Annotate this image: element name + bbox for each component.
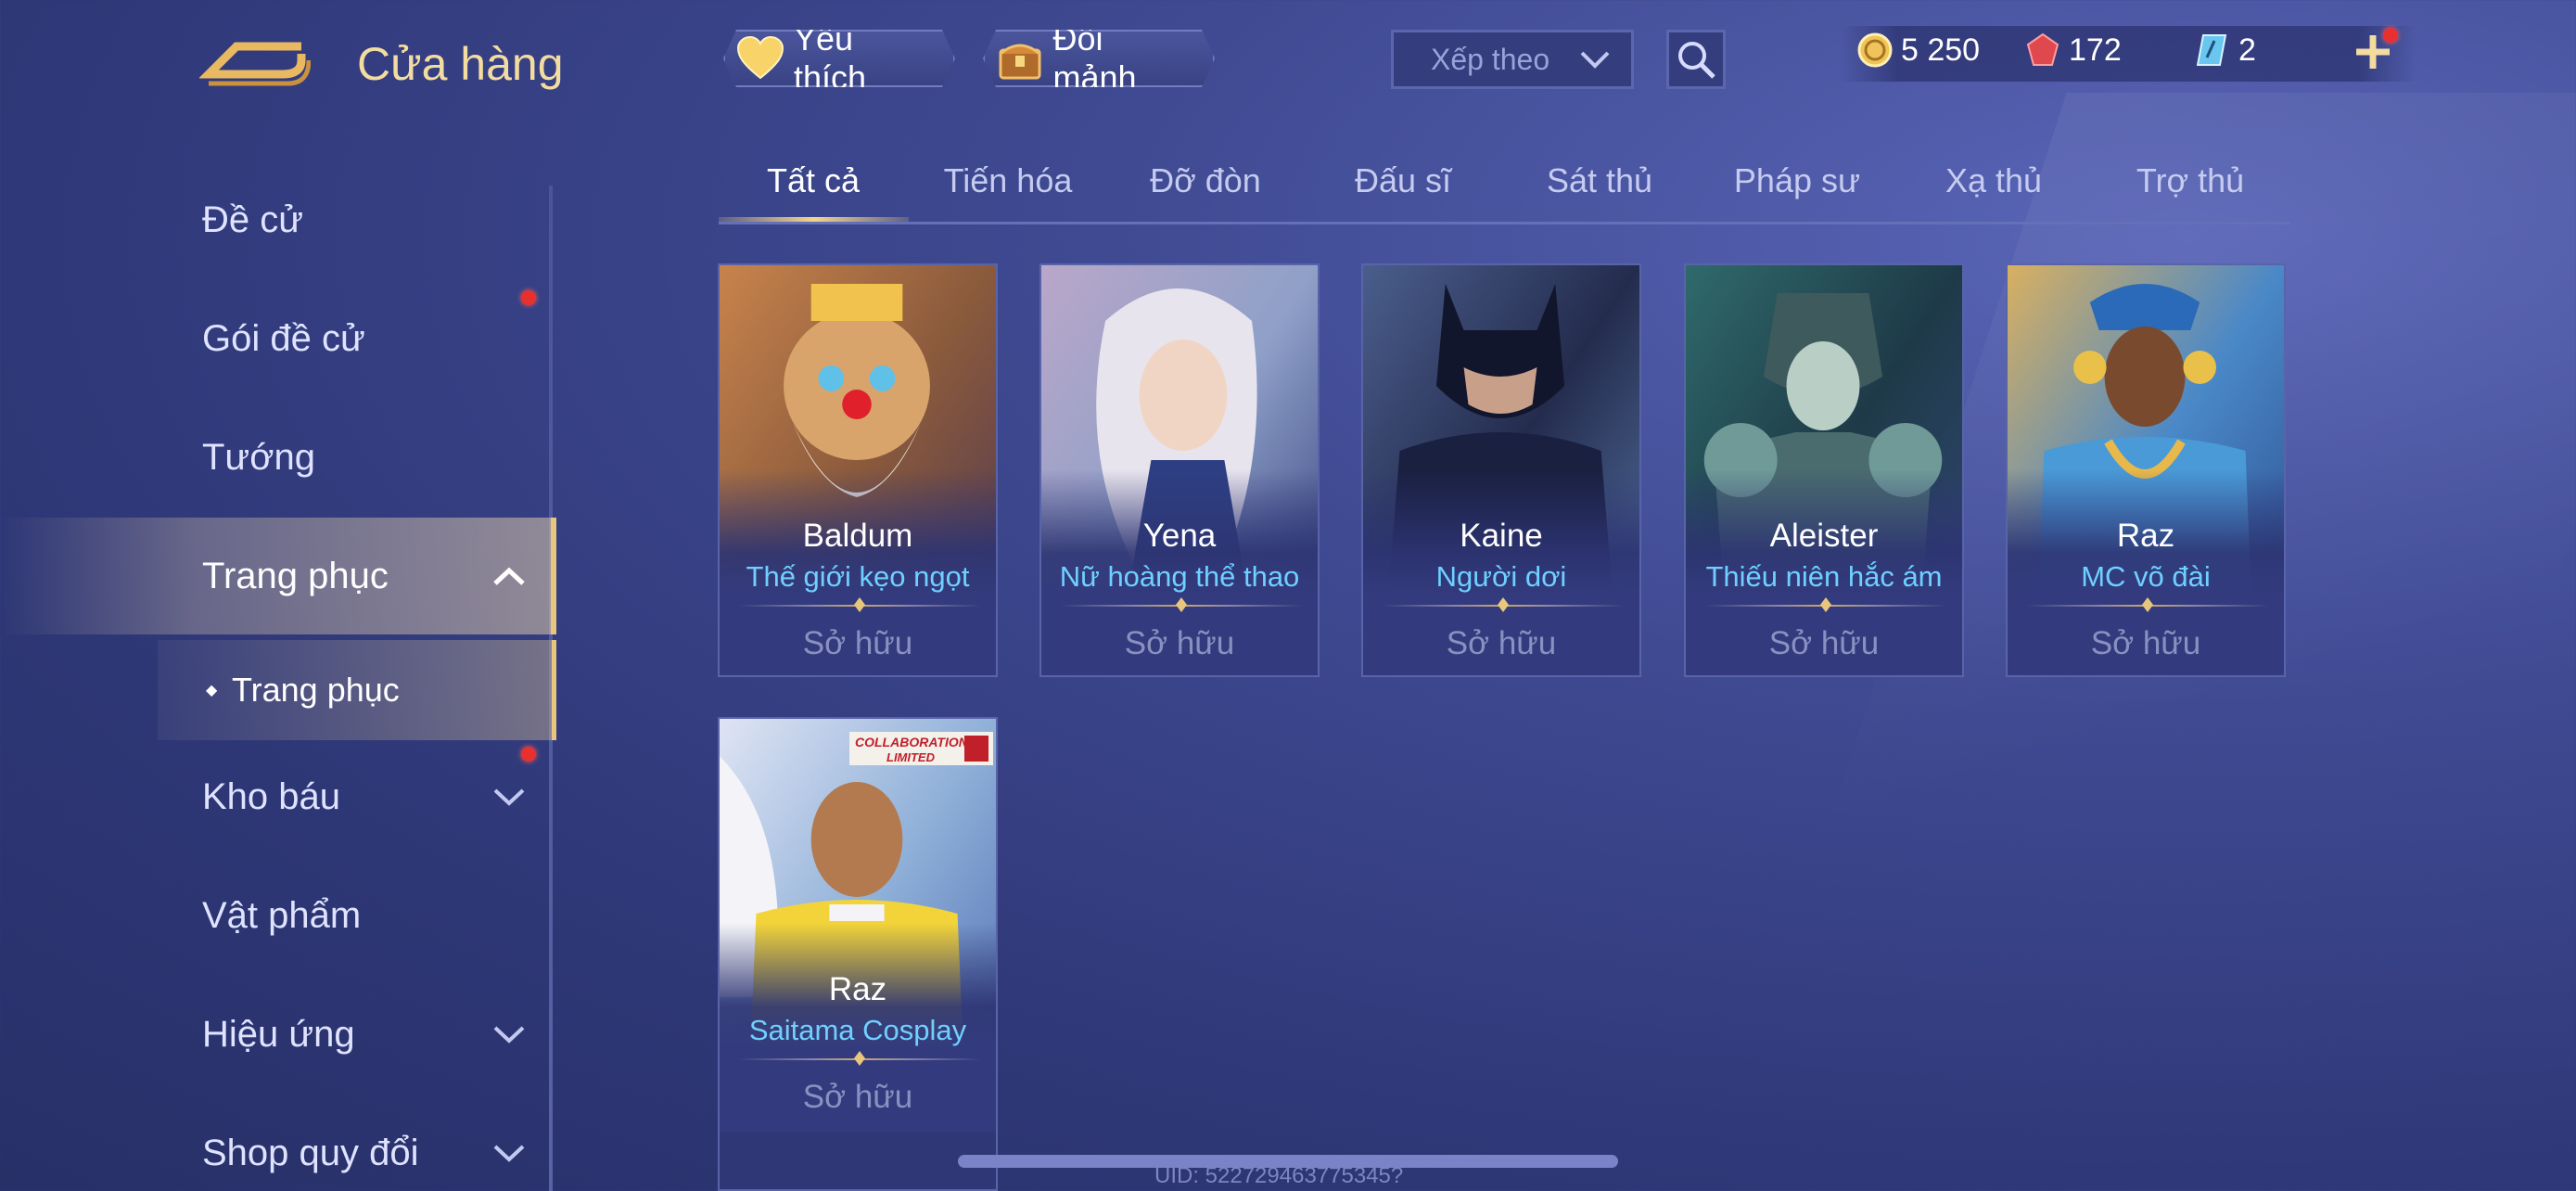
ruby-amount: 172 — [2069, 32, 2122, 68]
sidebar-item-recommended[interactable]: Đề cử — [0, 161, 556, 278]
gold-currency: 5 250 — [1856, 32, 1980, 69]
sidebar-item-skins[interactable]: Trang phục — [0, 518, 556, 634]
sidebar-item-treasure[interactable]: Kho báu — [0, 738, 556, 855]
notification-dot — [521, 747, 536, 762]
sidebar-item-label: Trang phục — [202, 555, 389, 596]
uid-label: UID: 522729463775345? — [1154, 1163, 1404, 1188]
search-icon — [1678, 42, 1715, 79]
skin-card[interactable]: COLLABORATION LIMITED Raz Saitama Cospla… — [718, 717, 998, 1191]
tab-mage[interactable]: Pháp sư — [1704, 161, 1890, 200]
tab-tank[interactable]: Đỡ đòn — [1113, 161, 1298, 200]
skin-name: Nữ hoàng thể thao — [1059, 560, 1300, 593]
sidebar-item-exchange-shop[interactable]: Shop quy đổi — [0, 1095, 556, 1191]
notification-dot — [2383, 28, 2398, 43]
skin-name: MC võ đài — [2081, 560, 2211, 593]
skin-card[interactable]: Yena Nữ hoàng thể thao Sở hữu — [1039, 263, 1320, 677]
skin-name: Saitama Cosplay — [748, 1014, 967, 1046]
notification-dot — [521, 290, 536, 305]
skin-name: Người dơi — [1435, 560, 1567, 593]
sidebar-item-heroes[interactable]: Tướng — [0, 399, 556, 516]
hero-name: Kaine — [1460, 518, 1543, 554]
owned-status: Sở hữu — [802, 625, 913, 661]
chevron-down-icon — [493, 1026, 525, 1044]
chevron-down-icon — [493, 788, 525, 806]
heart-icon — [736, 34, 784, 83]
chevron-down-icon — [493, 1145, 525, 1162]
ruby-currency: 172 — [2024, 32, 2122, 69]
chevron-down-icon — [1580, 51, 1610, 69]
sidebar-item-label: Vật phẩm — [202, 894, 362, 936]
svg-text:LIMITED: LIMITED — [886, 750, 936, 764]
sidebar-item-label: Đề cử — [202, 198, 304, 240]
svg-text:COLLABORATION: COLLABORATION — [855, 735, 969, 749]
search-button[interactable] — [1666, 30, 1726, 89]
owned-status: Sở hữu — [802, 1079, 913, 1115]
sort-dropdown[interactable]: Xếp theo — [1391, 30, 1634, 89]
sort-placeholder: Xếp theo — [1431, 42, 1550, 76]
category-tabs: Tất cả Tiến hóa Đỡ đòn Đấu sĩ Sát thủ Ph… — [719, 148, 2290, 224]
voucher-card-icon — [2196, 34, 2227, 66]
tab-marksman[interactable]: Xạ thủ — [1901, 161, 2086, 200]
sidebar-item-items[interactable]: Vật phẩm — [0, 857, 556, 974]
skin-card[interactable]: Baldum Thế giới kẹo ngọt Sở hữu — [718, 263, 998, 677]
sidebar-item-label: Hiệu ứng — [202, 1013, 355, 1055]
skin-card[interactable]: Aleister Thiếu niên hắc ám Sở hữu — [1684, 263, 1964, 677]
tab-support[interactable]: Trợ thủ — [2098, 161, 2283, 200]
voucher-currency: 2 — [2194, 32, 2256, 69]
hero-name: Baldum — [802, 518, 913, 554]
owned-status: Sở hữu — [1768, 625, 1880, 661]
sidebar-subitem-label: Trang phục — [232, 671, 400, 709]
sidebar-item-effects[interactable]: Hiệu ứng — [0, 976, 556, 1093]
page-title: Cửa hàng — [357, 38, 564, 90]
chevron-up-icon — [493, 567, 525, 585]
sidebar-item-label: Kho báu — [202, 775, 341, 817]
sidebar-item-label: Gói đề cử — [202, 317, 365, 359]
sidebar-item-recommended-packs[interactable]: Gói đề cử — [0, 280, 556, 397]
skin-name: Thế giới kẹo ngọt — [746, 560, 970, 593]
exchange-label: Đổi mảnh — [1052, 19, 1137, 96]
skin-card[interactable]: Raz MC võ đài Sở hữu — [2006, 263, 2286, 677]
back-arrow-icon[interactable] — [199, 37, 311, 96]
sidebar-subitem-skins[interactable]: Trang phục — [158, 640, 556, 740]
collaboration-limited-badge: COLLABORATION LIMITED — [849, 732, 993, 765]
sidebar-item-label: Tướng — [202, 436, 315, 478]
owned-status: Sở hữu — [2090, 625, 2201, 661]
hero-name: Raz — [828, 971, 887, 1007]
hero-name: Yena — [1142, 518, 1217, 554]
favorites-label: Yêu thích — [794, 19, 867, 96]
gold-amount: 5 250 — [1901, 32, 1981, 68]
hero-name: Aleister — [1769, 518, 1879, 554]
treasure-chest-icon — [996, 34, 1043, 83]
tab-evolution[interactable]: Tiến hóa — [915, 161, 1101, 200]
owned-status: Sở hữu — [1446, 625, 1557, 661]
sidebar-item-label: Shop quy đổi — [202, 1132, 419, 1173]
favorites-button[interactable]: Yêu thích — [723, 30, 955, 87]
active-tab-indicator — [719, 217, 909, 222]
skin-card[interactable]: Kaine Người dơi Sở hữu — [1361, 263, 1641, 677]
owned-status: Sở hữu — [1124, 625, 1235, 661]
tab-assassin[interactable]: Sát thủ — [1507, 161, 1692, 200]
tab-fighter[interactable]: Đấu sĩ — [1310, 161, 1496, 200]
hero-name: Raz — [2116, 518, 2175, 554]
voucher-amount: 2 — [2238, 32, 2256, 68]
exchange-fragments-button[interactable]: Đổi mảnh — [983, 30, 1215, 87]
tab-all[interactable]: Tất cả — [721, 161, 906, 200]
skin-name: Thiếu niên hắc ám — [1705, 560, 1943, 593]
gold-coin-icon — [1857, 32, 1893, 68]
ruby-icon — [2026, 32, 2060, 66]
